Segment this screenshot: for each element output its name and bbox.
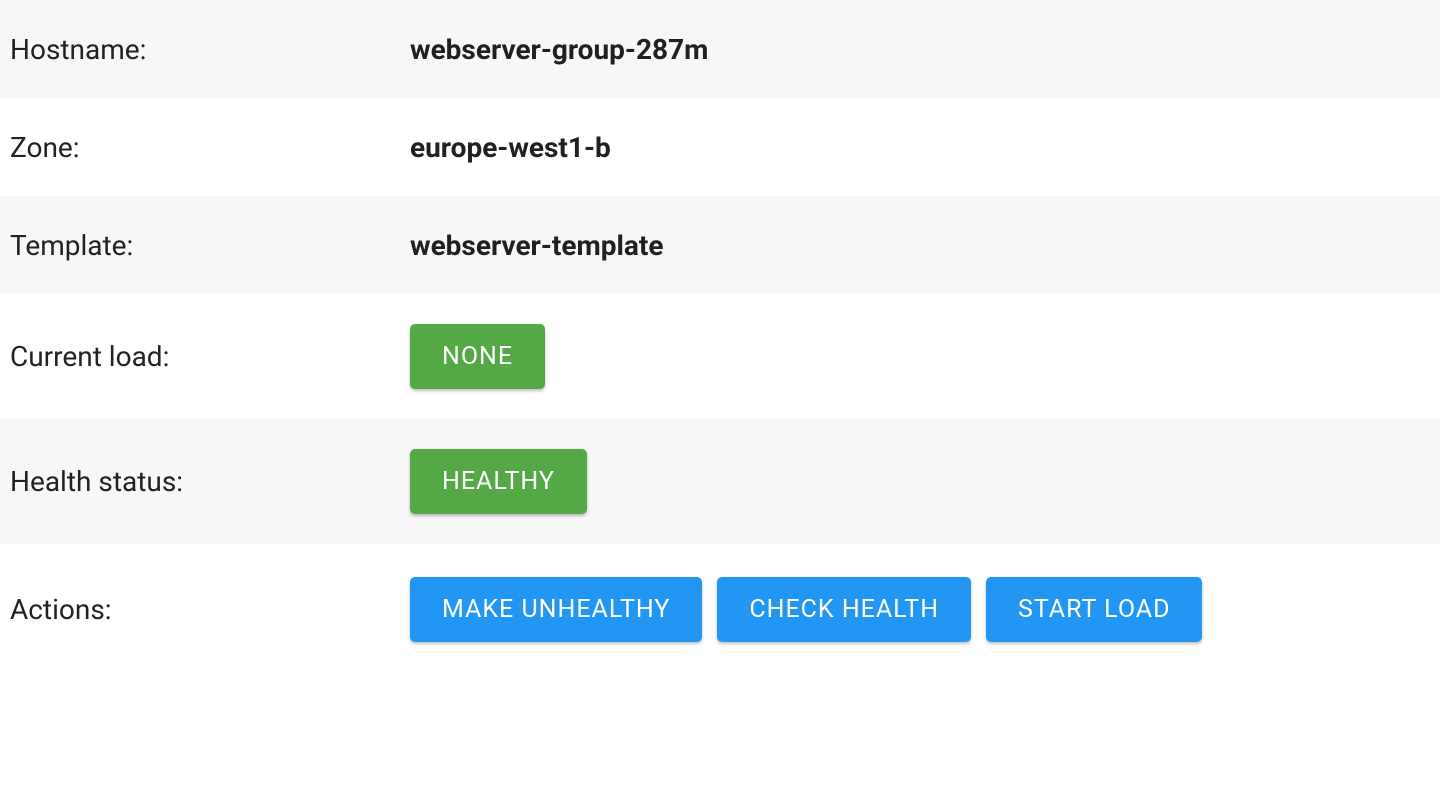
row-zone: Zone: europe-west1-b [0, 98, 1440, 196]
start-load-button[interactable]: START LOAD [986, 577, 1203, 642]
template-value-cell: webserver-template [410, 229, 1430, 262]
current-load-value-cell: NONE [410, 324, 1430, 389]
health-status-badge: HEALTHY [410, 449, 587, 514]
row-current-load: Current load: NONE [0, 294, 1440, 419]
hostname-value-cell: webserver-group-287m [410, 33, 1430, 66]
health-status-label: Health status: [10, 465, 410, 498]
row-template: Template: webserver-template [0, 196, 1440, 294]
current-load-badge: NONE [410, 324, 545, 389]
zone-value-cell: europe-west1-b [410, 131, 1430, 164]
zone-label: Zone: [10, 131, 410, 164]
current-load-label: Current load: [10, 340, 410, 373]
row-actions: Actions: MAKE UNHEALTHY CHECK HEALTH STA… [0, 544, 1440, 674]
template-label: Template: [10, 229, 410, 262]
hostname-value: webserver-group-287m [410, 33, 708, 66]
hostname-label: Hostname: [10, 33, 410, 66]
health-status-value-cell: HEALTHY [410, 449, 1430, 514]
actions-cell: MAKE UNHEALTHY CHECK HEALTH START LOAD [410, 577, 1430, 642]
row-health-status: Health status: HEALTHY [0, 419, 1440, 544]
check-health-button[interactable]: CHECK HEALTH [717, 577, 971, 642]
row-hostname: Hostname: webserver-group-287m [0, 0, 1440, 98]
make-unhealthy-button[interactable]: MAKE UNHEALTHY [410, 577, 702, 642]
template-value: webserver-template [410, 229, 663, 262]
zone-value: europe-west1-b [410, 131, 611, 164]
actions-label: Actions: [10, 593, 410, 626]
